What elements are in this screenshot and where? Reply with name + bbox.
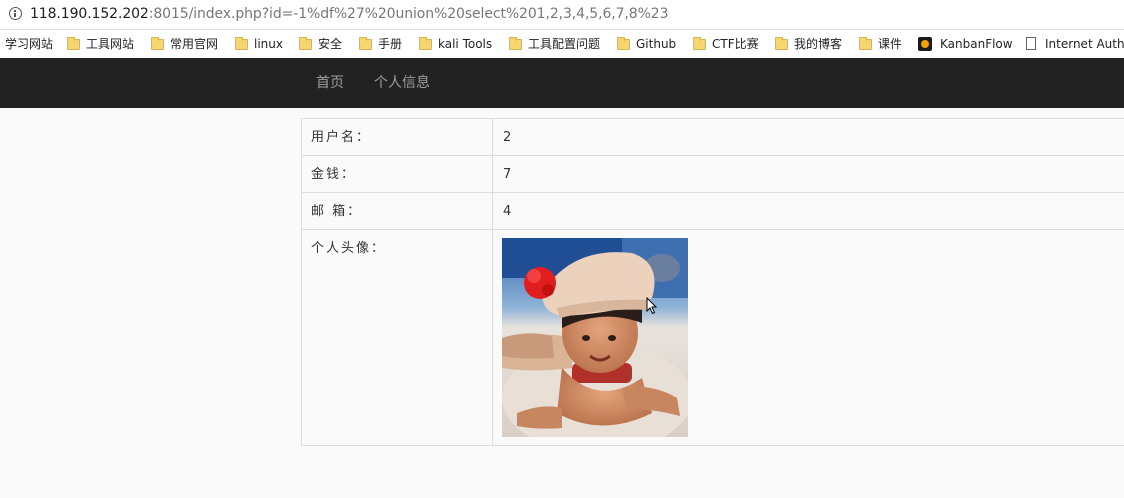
folder-icon xyxy=(235,37,248,50)
bookmark-label: linux xyxy=(254,37,283,51)
folder-icon xyxy=(419,37,432,50)
email-value: 4 xyxy=(503,204,512,219)
mouse-cursor-icon xyxy=(646,297,658,315)
bookmark-item[interactable]: Github xyxy=(617,35,676,53)
url-path: :8015/index.php?id=-1%df%27%20union%20se… xyxy=(148,6,669,22)
username-value: 2 xyxy=(503,130,512,145)
folder-icon xyxy=(299,37,312,50)
bookmark-item[interactable]: 工具配置问题 xyxy=(509,35,600,53)
folder-icon xyxy=(509,37,522,50)
bookmark-item[interactable]: 安全 xyxy=(299,35,342,53)
bookmark-label: 我的博客 xyxy=(794,37,843,51)
money-label: 金钱： xyxy=(311,167,357,182)
table-row-email: 邮 箱： 4 xyxy=(302,193,1124,230)
bookmark-label: kali Tools xyxy=(438,37,493,51)
folder-icon xyxy=(775,37,788,50)
address-bar[interactable]: 118.190.152.202:8015/index.php?id=-1%df%… xyxy=(0,0,1124,30)
bookmark-item[interactable]: kali Tools xyxy=(419,35,492,53)
bookmark-item[interactable]: 课件 xyxy=(859,35,902,53)
bookmark-label: 安全 xyxy=(318,37,343,51)
nav-home-link[interactable]: 首页 xyxy=(316,74,344,92)
kanbanflow-icon xyxy=(918,37,932,51)
bookmark-item[interactable]: 学习网站 xyxy=(5,35,53,53)
bookmark-label: 常用官网 xyxy=(170,37,219,51)
nav-profile-link[interactable]: 个人信息 xyxy=(374,74,430,92)
label-cell: 用户名： xyxy=(302,119,493,155)
page-icon xyxy=(1026,37,1036,50)
bookmark-label: KanbanFlow xyxy=(940,37,1013,51)
label-cell: 金钱： xyxy=(302,156,493,192)
money-value: 7 xyxy=(503,167,512,182)
bookmark-label: Github xyxy=(636,37,677,51)
label-cell: 个人头像： xyxy=(302,230,493,445)
info-icon[interactable] xyxy=(9,7,22,20)
bookmark-label: CTF比赛 xyxy=(712,37,759,51)
label-cell: 邮 箱： xyxy=(302,193,493,229)
folder-icon xyxy=(617,37,630,50)
bookmarks-bar: 学习网站 工具网站 常用官网 linux 安全 手册 kali Tools 工具… xyxy=(0,30,1124,58)
folder-icon xyxy=(67,37,80,50)
bookmark-label: 学习网站 xyxy=(5,37,54,51)
folder-icon xyxy=(151,37,164,50)
username-label: 用户名： xyxy=(311,130,372,145)
bookmark-item[interactable]: CTF比赛 xyxy=(693,35,759,53)
url-host: 118.190.152.202 xyxy=(30,6,149,22)
bookmark-item[interactable]: 我的博客 xyxy=(775,35,842,53)
profile-table: 用户名： 2 金钱： 7 邮 箱： 4 个人头像： xyxy=(301,118,1124,446)
bookmark-label: 工具网站 xyxy=(86,37,135,51)
folder-icon xyxy=(359,37,372,50)
table-row-avatar: 个人头像： xyxy=(302,230,1124,445)
bookmark-label: 课件 xyxy=(878,37,903,51)
bookmark-item[interactable]: Internet Auth xyxy=(1026,35,1124,53)
table-row-username: 用户名： 2 xyxy=(302,119,1124,156)
avatar-image xyxy=(502,238,688,437)
url-text[interactable]: 118.190.152.202:8015/index.php?id=-1%df%… xyxy=(30,6,669,23)
bookmark-item[interactable]: 工具网站 xyxy=(67,35,134,53)
bookmark-item[interactable]: KanbanFlow xyxy=(918,35,1013,53)
bookmark-label: 手册 xyxy=(378,37,403,51)
folder-icon xyxy=(693,37,706,50)
folder-icon xyxy=(859,37,872,50)
bookmark-label: 工具配置问题 xyxy=(528,37,601,51)
bookmark-item[interactable]: 常用官网 xyxy=(151,35,218,53)
bookmark-item[interactable]: 手册 xyxy=(359,35,402,53)
bookmark-item[interactable]: linux xyxy=(235,35,283,53)
top-navbar: 首页 个人信息 xyxy=(0,58,1124,108)
email-label: 邮 箱： xyxy=(311,204,363,219)
table-row-money: 金钱： 7 xyxy=(302,156,1124,193)
avatar-label: 个人头像： xyxy=(311,241,387,256)
bookmark-label: Internet Auth xyxy=(1045,37,1124,51)
